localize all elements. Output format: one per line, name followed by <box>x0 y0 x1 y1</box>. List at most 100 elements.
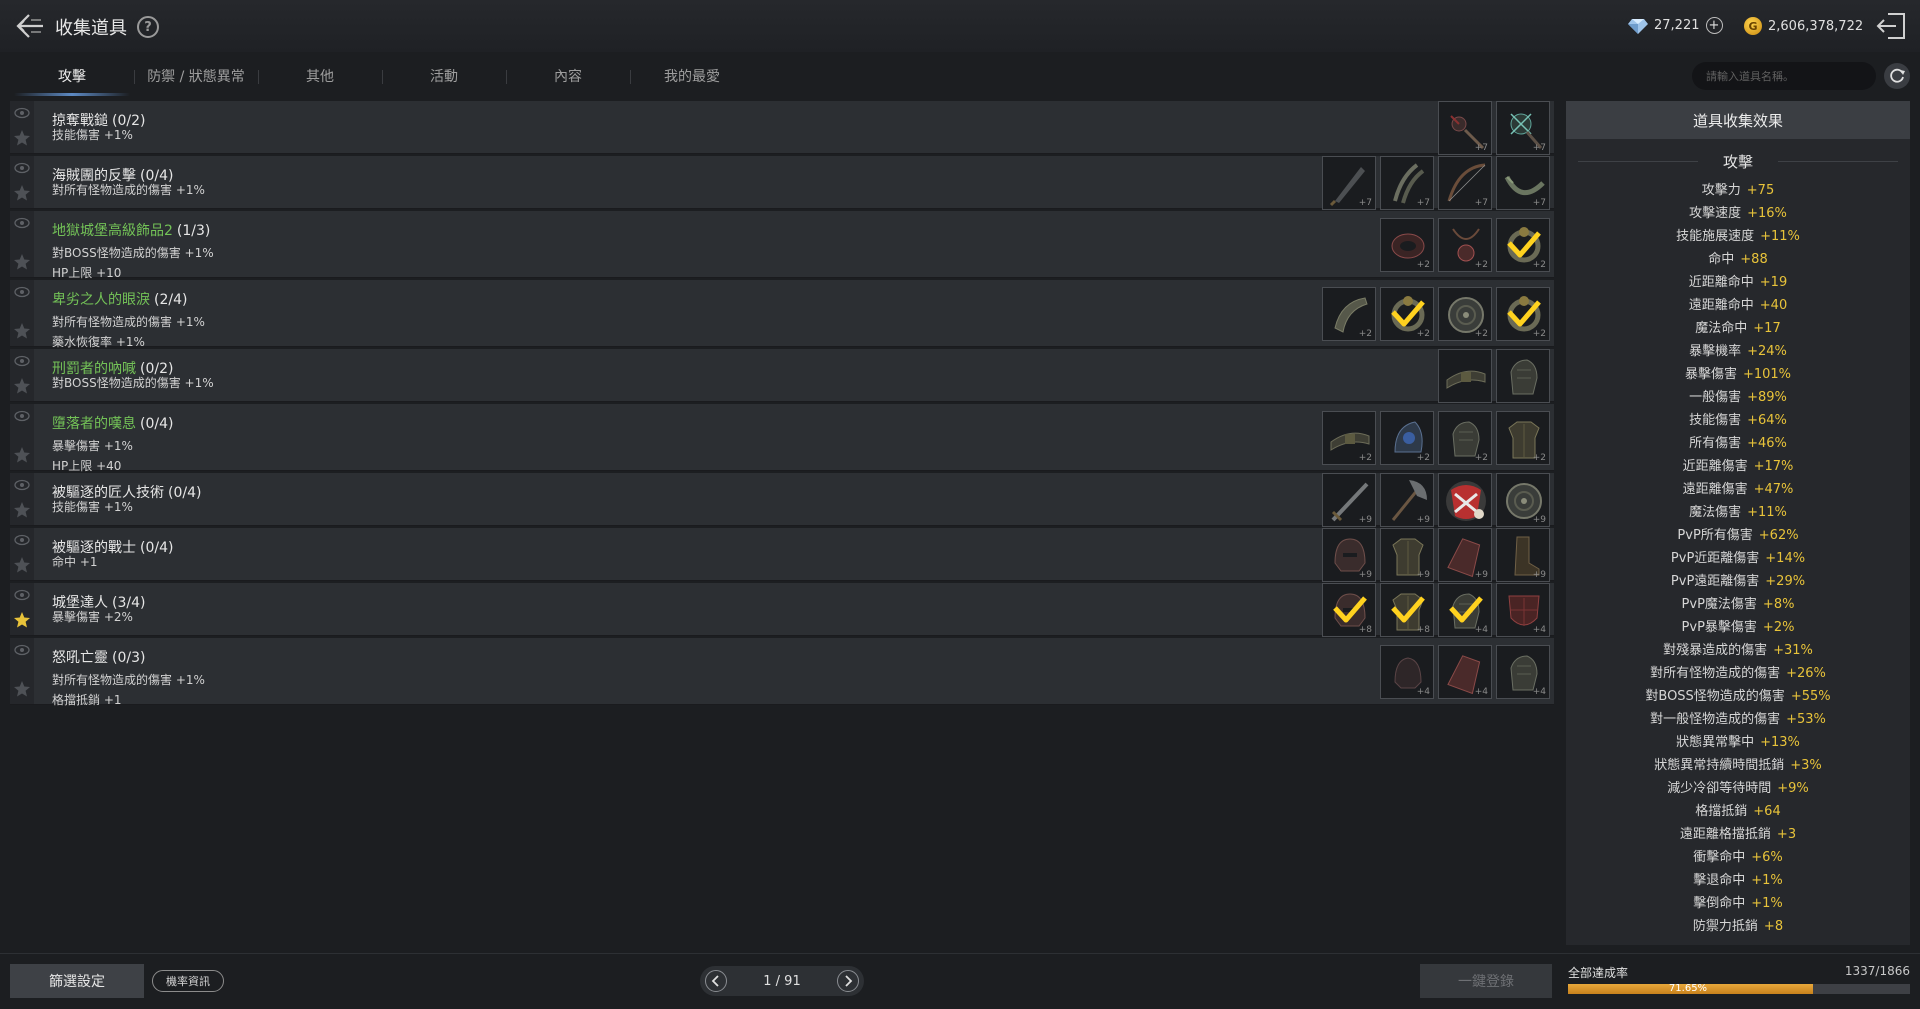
tab-content[interactable]: 內容 <box>506 56 630 96</box>
row-gutter <box>10 473 34 525</box>
star-icon[interactable] <box>13 611 31 629</box>
stat-line: 對一般怪物造成的傷害 +53% <box>1566 708 1910 731</box>
eye-icon[interactable] <box>14 410 30 422</box>
collection-item-slot[interactable]: +2 <box>1380 411 1434 465</box>
enhance-level: +7 <box>1474 198 1488 208</box>
search-input[interactable] <box>1692 62 1876 90</box>
collection-item-slot[interactable] <box>1438 349 1492 403</box>
collection-item-slot[interactable]: +7 <box>1380 156 1434 210</box>
collection-item-slot[interactable]: +7 <box>1322 156 1376 210</box>
star-icon[interactable] <box>13 322 31 340</box>
enhance-level: +2 <box>1474 329 1488 339</box>
collection-item-slot[interactable]: +4 <box>1438 645 1492 699</box>
collection-title: 地獄城堡高級飾品2 <box>52 223 173 239</box>
collection-name: 地獄城堡高級飾品2 (1/3) <box>52 220 210 240</box>
tab-event[interactable]: 活動 <box>382 56 506 96</box>
collection-item-slot[interactable]: +9 <box>1322 473 1376 527</box>
collection-item-slot[interactable]: +2 <box>1380 218 1434 272</box>
collection-item-slot[interactable]: +2 <box>1438 218 1492 272</box>
exit-button[interactable] <box>1876 10 1908 42</box>
collection-item-slot[interactable]: +9 <box>1322 528 1376 582</box>
row-gutter <box>10 638 34 704</box>
stat-label: 所有傷害 <box>1689 436 1742 451</box>
eye-icon[interactable] <box>14 286 30 298</box>
tab-other[interactable]: 其他 <box>258 56 382 96</box>
tab-attack[interactable]: 攻擊 <box>10 56 134 96</box>
star-icon[interactable] <box>13 253 31 271</box>
collection-title: 墮落者的嘆息 <box>52 416 136 432</box>
collection-item-slot[interactable]: +4 <box>1380 645 1434 699</box>
collection-item-slot[interactable]: +7 <box>1496 156 1550 210</box>
collection-item-slot[interactable]: +2 <box>1380 287 1434 341</box>
collection-item-slot[interactable]: +2 <box>1496 411 1550 465</box>
collection-item-slot[interactable]: +2 <box>1496 218 1550 272</box>
star-icon[interactable] <box>13 680 31 698</box>
tab-favorites[interactable]: 我的最愛 <box>630 56 754 96</box>
prev-page-button[interactable] <box>705 970 727 992</box>
eye-icon[interactable] <box>14 479 30 491</box>
stat-label: 命中 <box>1708 252 1735 267</box>
collection-item-slot[interactable]: +2 <box>1322 287 1376 341</box>
eye-icon[interactable] <box>14 534 30 546</box>
collection-item-slot[interactable] <box>1438 473 1492 527</box>
stat-line: 狀態異常擊中 +13% <box>1566 731 1910 754</box>
collection-item-slot[interactable]: +9 <box>1496 473 1550 527</box>
collection-item-slot[interactable]: +4 <box>1438 583 1492 637</box>
star-icon[interactable] <box>13 501 31 519</box>
enhance-level: +9 <box>1416 515 1430 525</box>
collection-item-slot[interactable]: +9 <box>1438 528 1492 582</box>
stat-label: 對一般怪物造成的傷害 <box>1650 712 1781 727</box>
star-icon[interactable] <box>13 556 31 574</box>
next-page-button[interactable] <box>837 970 859 992</box>
collection-item-slot[interactable]: +4 <box>1496 645 1550 699</box>
check-icon <box>1391 300 1425 327</box>
collection-item-slot[interactable]: +8 <box>1322 583 1376 637</box>
collection-item-slot[interactable]: +9 <box>1380 528 1434 582</box>
category-tabs: 攻擊 防禦 / 狀態異常 其他 活動 內容 我的最愛 <box>10 56 754 96</box>
stat-value: +29% <box>1765 574 1806 589</box>
star-icon[interactable] <box>13 446 31 464</box>
collection-item-slot[interactable]: +7 <box>1438 156 1492 210</box>
eye-icon[interactable] <box>14 162 30 174</box>
star-icon[interactable] <box>13 184 31 202</box>
back-button[interactable] <box>14 10 46 42</box>
collection-item-slot[interactable]: +2 <box>1322 411 1376 465</box>
collection-title: 卑劣之人的眼淚 <box>52 292 150 308</box>
stat-value: +17 <box>1753 321 1781 336</box>
row-gutter <box>10 280 34 346</box>
stat-value: +1% <box>1751 896 1783 911</box>
register-all-button[interactable]: 一鍵登錄 <box>1420 964 1552 998</box>
collection-effects: 暴擊傷害 +2% <box>52 607 133 627</box>
eye-icon[interactable] <box>14 644 30 656</box>
star-icon[interactable] <box>13 377 31 395</box>
collection-item-slot[interactable]: +9 <box>1496 528 1550 582</box>
stat-value: +31% <box>1773 643 1813 658</box>
collection-item-slot[interactable]: +7 <box>1496 101 1550 155</box>
star-icon[interactable] <box>13 129 31 147</box>
eye-icon[interactable] <box>14 355 30 367</box>
collection-item-slot[interactable]: +2 <box>1496 287 1550 341</box>
collection-item-slot[interactable]: +4 <box>1496 583 1550 637</box>
collection-item-slot[interactable] <box>1496 349 1550 403</box>
stat-value: +64% <box>1747 413 1787 428</box>
stat-label: 攻擊速度 <box>1689 206 1742 221</box>
enhance-level: +9 <box>1358 515 1372 525</box>
eye-icon[interactable] <box>14 107 30 119</box>
collection-item-slot[interactable]: +7 <box>1438 101 1492 155</box>
probability-info-button[interactable]: 機率資訊 <box>152 970 224 992</box>
eye-icon[interactable] <box>14 217 30 229</box>
collection-item-slot[interactable]: +2 <box>1438 287 1492 341</box>
stat-line: 擊退命中 +1% <box>1566 869 1910 892</box>
collection-item-slot[interactable]: +8 <box>1380 583 1434 637</box>
collection-item-slot[interactable]: +2 <box>1438 411 1492 465</box>
help-button[interactable]: ? <box>137 16 159 38</box>
achievement-percent: 71.65% <box>1668 983 1708 994</box>
add-gems-button[interactable]: + <box>1705 17 1723 34</box>
refresh-button[interactable] <box>1884 63 1910 89</box>
filter-settings-button[interactable]: 篩選設定 <box>10 964 144 998</box>
enhance-level: +7 <box>1416 198 1430 208</box>
eye-icon[interactable] <box>14 589 30 601</box>
stat-label: 擊退命中 <box>1693 873 1746 888</box>
collection-item-slot[interactable]: +9 <box>1380 473 1434 527</box>
tab-defense[interactable]: 防禦 / 狀態異常 <box>134 56 258 96</box>
